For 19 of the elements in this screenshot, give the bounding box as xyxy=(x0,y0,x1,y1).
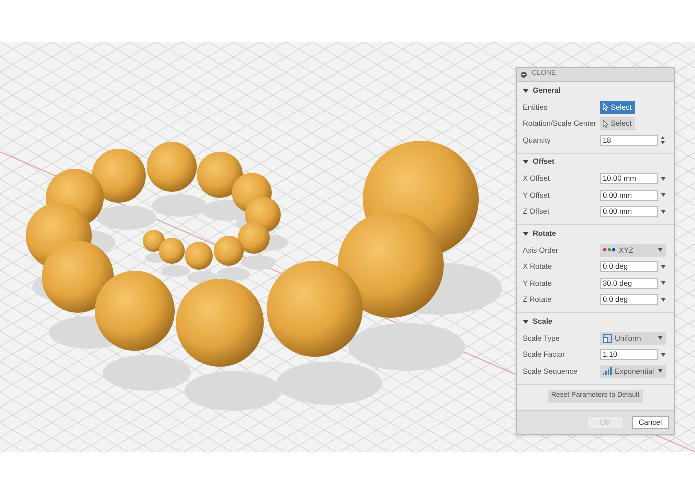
expanded-triangle-icon[interactable] xyxy=(523,230,529,236)
bar-chart-icon xyxy=(603,367,612,376)
collapse-icon[interactable] xyxy=(521,72,527,78)
scale-box-icon xyxy=(603,334,612,343)
caret-icon[interactable] xyxy=(661,210,666,214)
caret-icon[interactable] xyxy=(661,264,666,269)
caret-icon[interactable] xyxy=(658,248,663,252)
expanded-triangle-icon[interactable] xyxy=(523,159,529,165)
expanded-triangle-icon[interactable] xyxy=(523,318,529,324)
caret-icon[interactable] xyxy=(658,369,663,374)
expanded-triangle-icon[interactable] xyxy=(523,88,529,94)
caret-icon[interactable] xyxy=(661,193,666,198)
caret-icon[interactable] xyxy=(661,298,666,302)
caret-icon[interactable] xyxy=(661,176,666,181)
caret-icon[interactable] xyxy=(661,352,666,357)
caret-icon[interactable] xyxy=(661,281,666,286)
caret-icon[interactable] xyxy=(658,336,663,340)
colored-dots-icon xyxy=(603,248,616,252)
spinner-icon[interactable] xyxy=(661,136,665,145)
